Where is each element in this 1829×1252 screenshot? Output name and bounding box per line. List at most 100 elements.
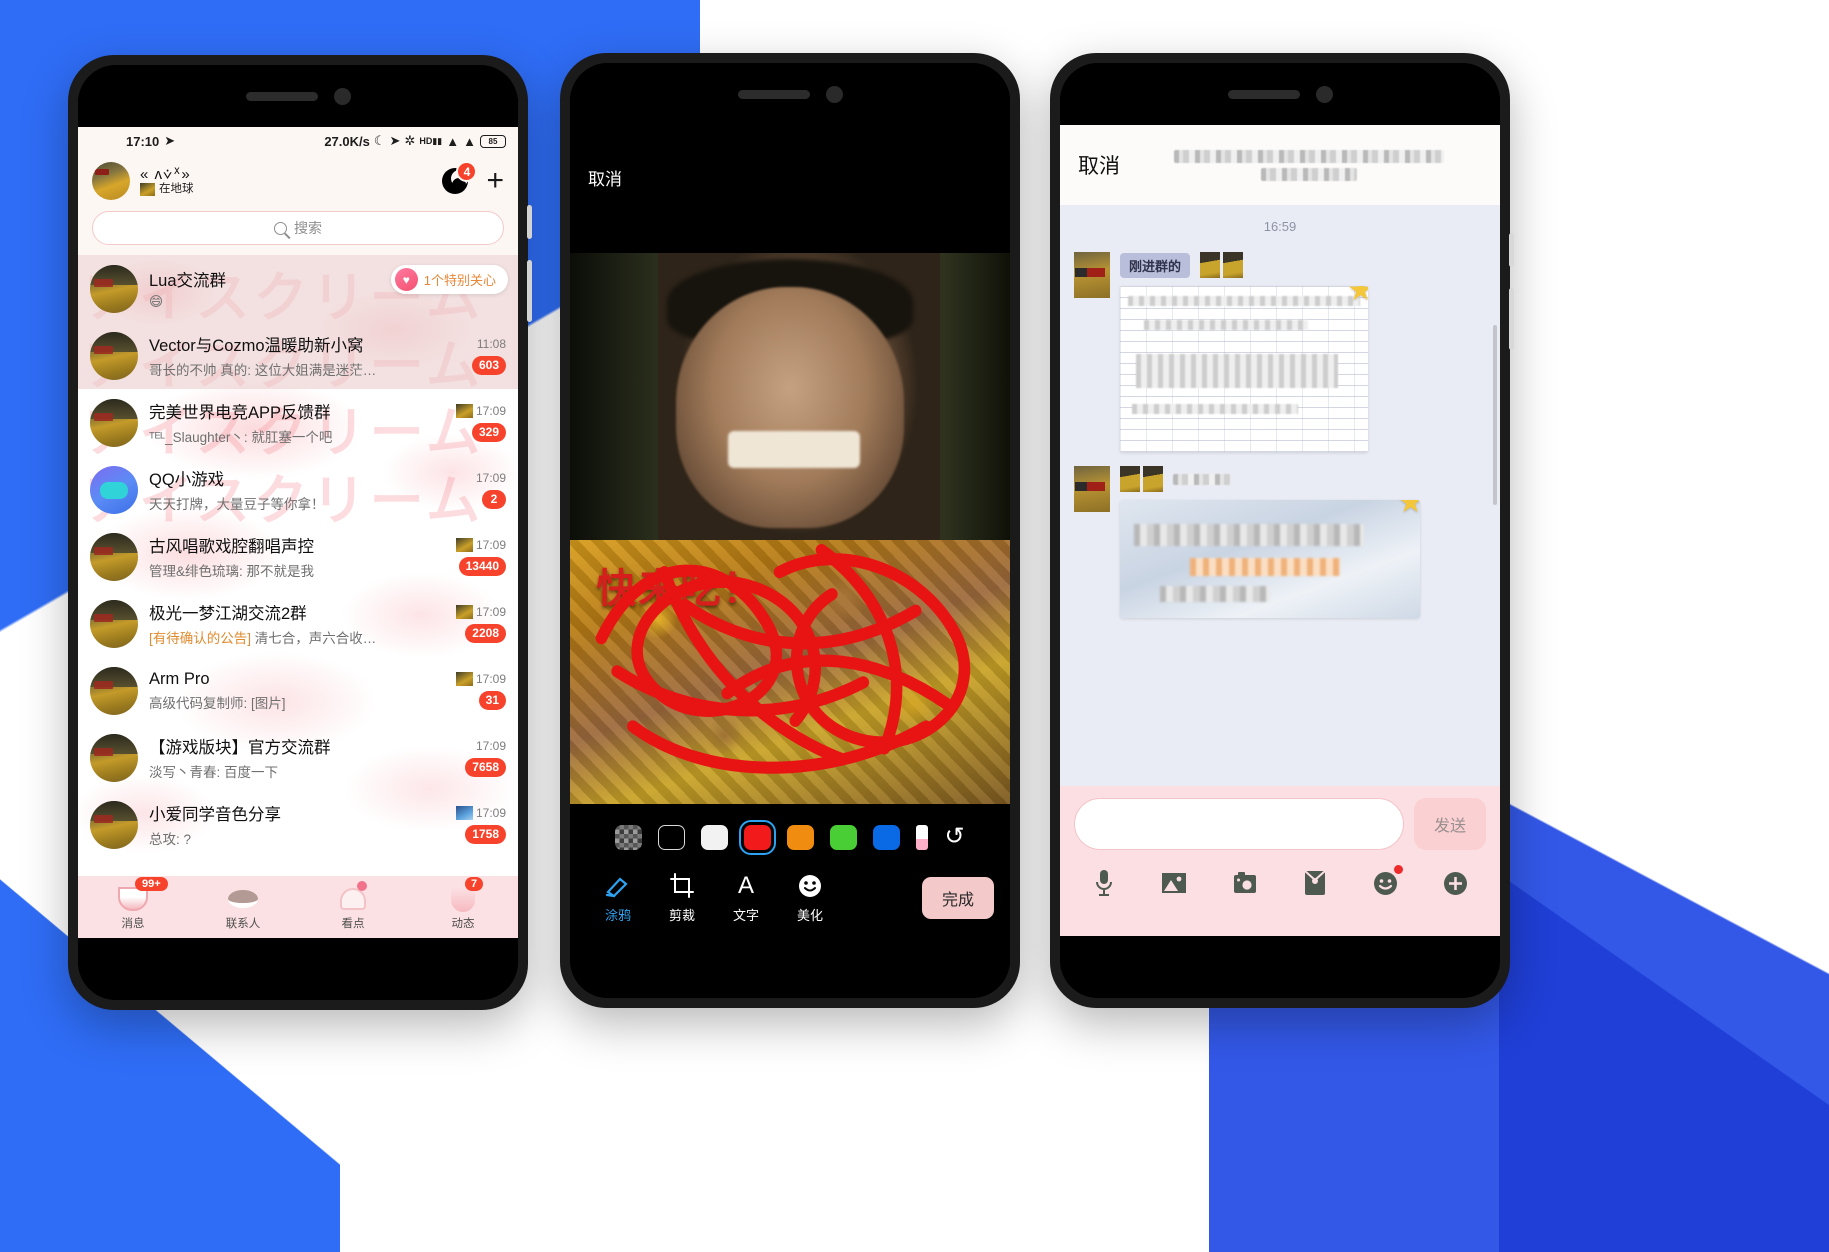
- chat-list[interactable]: アイスクリームアイスクリームアイスクリームアイスクリーム ♥ 1个特别关心 Lu…: [78, 255, 518, 876]
- speaker-grill: [737, 89, 810, 99]
- tool-beautify[interactable]: 美化: [778, 872, 842, 924]
- tab-watchpoint[interactable]: 看点: [298, 876, 408, 938]
- chat-avatar[interactable]: [90, 599, 138, 648]
- plus-more-icon[interactable]: [1436, 866, 1476, 900]
- unread-badge: 2: [482, 489, 506, 509]
- image-attachment[interactable]: ★: [1120, 500, 1420, 618]
- chat-avatar[interactable]: [90, 331, 138, 380]
- speaker-grill: [245, 91, 318, 101]
- swatch-white[interactable]: [701, 824, 729, 850]
- undo-icon[interactable]: ↺: [944, 825, 964, 849]
- chat-list-item[interactable]: Vector与Cozmo温暖助新小窝 哥长的不帅 真的: 这位大姐满是迷茫… 11:…: [78, 322, 518, 389]
- chat-avatar[interactable]: [90, 733, 138, 782]
- chat-list-item[interactable]: 小爱同学音色分享 总攻: ? 17:09 1758: [78, 791, 518, 858]
- chat-list-item[interactable]: 完美世界电竞APP反馈群 ᵀᴱᴸ_Slaughter丶: 就肛塞一个吧 17:09 3…: [78, 389, 518, 456]
- tool-doodle-label: 涂鸦: [604, 908, 631, 923]
- thumbnail-image: [1143, 466, 1163, 492]
- eraser-icon[interactable]: [916, 824, 929, 850]
- phone1-bottom-bezel: [78, 938, 518, 1000]
- chat-snippet: 天天打牌，大量豆子等你拿！: [149, 497, 325, 512]
- chat-list-item[interactable]: Arm Pro 高级代码复制师: [图片] 17:09 31: [78, 657, 518, 724]
- unread-badge: 1758: [465, 824, 506, 844]
- send-button[interactable]: 发送: [1414, 798, 1486, 850]
- chat-list-item[interactable]: 【游戏版块】官方交流群 淡写丶青春: 百度一下 17:09 7658: [78, 724, 518, 791]
- cancel-button[interactable]: 取消: [1078, 150, 1120, 180]
- special-care-badge[interactable]: ♥ 1个特别关心: [390, 265, 508, 294]
- add-plus-icon[interactable]: +: [486, 166, 504, 196]
- front-camera: [333, 87, 351, 105]
- emoji-icon[interactable]: [1366, 865, 1406, 900]
- chat-avatar[interactable]: [90, 532, 138, 581]
- tab-messages[interactable]: 99+ 消息: [78, 876, 188, 938]
- avatar[interactable]: [1074, 466, 1110, 512]
- unread-badge: 13440: [458, 556, 506, 576]
- chat-title-redacted: [1136, 149, 1482, 181]
- chat-time-row: 17:09: [455, 537, 506, 552]
- tool-doodle[interactable]: 涂鸦: [586, 872, 650, 924]
- chat-snippet: [有待确认的公告] 清七合，声六合收…: [149, 627, 417, 647]
- chat-avatar[interactable]: [90, 398, 138, 447]
- scrollbar[interactable]: [1493, 325, 1497, 505]
- swatch-red-selected[interactable]: [739, 819, 777, 855]
- chat-time-thumbnail-icon: [455, 403, 473, 418]
- camera-icon[interactable]: [1225, 866, 1265, 900]
- message-item[interactable]: ★: [1060, 466, 1500, 632]
- bottom-tab-bar[interactable]: 99+ 消息 联系人 看点 7 动态: [78, 876, 518, 938]
- chat-avatar[interactable]: [90, 800, 138, 849]
- red-doodle-scribble: [595, 544, 970, 775]
- tool-crop[interactable]: 剪裁: [650, 872, 714, 924]
- search-placeholder: 搜索: [294, 220, 322, 236]
- chat-list-item[interactable]: QQ小游戏 天天打牌，大量豆子等你拿！ 17:09 2: [78, 456, 518, 523]
- location-arrow-icon: ➤: [164, 133, 176, 148]
- tab-contacts[interactable]: 联系人: [188, 876, 298, 938]
- chat-snippet: 😄: [149, 294, 164, 309]
- chat-input-area[interactable]: 发送: [1060, 786, 1500, 936]
- message-thread[interactable]: 16:59 刚进群的 ★ ★: [1060, 205, 1500, 786]
- chat-time: 17:09: [475, 671, 506, 686]
- chat-snippet-rest: 清七合，声六合收…: [251, 631, 377, 646]
- swatch-black[interactable]: [658, 824, 686, 850]
- swatch-green[interactable]: [830, 824, 858, 850]
- swatch-blue[interactable]: [873, 824, 901, 850]
- swatch-orange[interactable]: [787, 824, 815, 850]
- user-nickname[interactable]: « ʌ⩒ᕁ»: [140, 166, 194, 183]
- chat-avatar[interactable]: [90, 264, 138, 313]
- message-item[interactable]: 刚进群的 ★: [1060, 252, 1500, 466]
- chat-snippet: 管理&绯色琉璃: 那不就是我: [149, 564, 315, 579]
- thumbnail-pair[interactable]: [1120, 466, 1163, 492]
- chat-toolbar-icons[interactable]: [1074, 850, 1486, 900]
- wifi-icon-2: ▲: [463, 133, 476, 149]
- red-envelope-icon[interactable]: [1295, 866, 1335, 900]
- phone2-bottom-bezel: [570, 936, 1010, 998]
- chat-avatar[interactable]: [90, 666, 138, 715]
- editor-toolbar[interactable]: ↺ 涂鸦 剪裁 A 文字 美化 完成: [570, 804, 1010, 936]
- tool-text[interactable]: A 文字: [714, 872, 778, 924]
- color-swatch-row[interactable]: ↺: [570, 814, 1010, 860]
- chat-list-item[interactable]: 极光一梦江湖交流2群 [有待确认的公告] 清七合，声六合收… 17:09 2208: [78, 590, 518, 657]
- done-button[interactable]: 完成: [921, 877, 994, 919]
- chat-list-item[interactable]: 古风唱歌戏腔翻唱声控 管理&绯色琉璃: 那不就是我 17:09 13440: [78, 523, 518, 590]
- message-input[interactable]: [1074, 798, 1404, 850]
- tool-row[interactable]: 涂鸦 剪裁 A 文字 美化 完成: [570, 860, 1010, 936]
- chat-avatar[interactable]: [90, 465, 138, 514]
- avatar[interactable]: [92, 162, 130, 200]
- qzone-icon[interactable]: 4: [442, 161, 478, 194]
- gallery-icon[interactable]: [1154, 866, 1194, 900]
- tab-moments[interactable]: 7 动态: [408, 876, 518, 938]
- editor-canvas[interactable]: 快来吃！: [570, 253, 1010, 804]
- tab-contacts-label: 联系人: [225, 918, 261, 930]
- subtitle-thumb-icon: [140, 183, 155, 197]
- thumbnail-pair[interactable]: [1200, 252, 1244, 278]
- chat-time-row: 17:09: [476, 471, 506, 485]
- phone2-notch: [570, 63, 1010, 125]
- document-screenshot-attachment[interactable]: ★: [1120, 286, 1368, 452]
- cancel-button[interactable]: 取消: [588, 165, 622, 190]
- chat-title: Lua交流群: [149, 272, 227, 290]
- swatch-mosaic[interactable]: [615, 824, 643, 850]
- chat-time: 17:09: [475, 537, 506, 552]
- microphone-icon[interactable]: [1084, 866, 1124, 900]
- chat-title: 极光一梦江湖交流2群: [149, 605, 307, 623]
- search-input[interactable]: 搜索: [92, 211, 504, 245]
- unread-badge: 603: [471, 355, 506, 375]
- avatar[interactable]: [1074, 252, 1110, 298]
